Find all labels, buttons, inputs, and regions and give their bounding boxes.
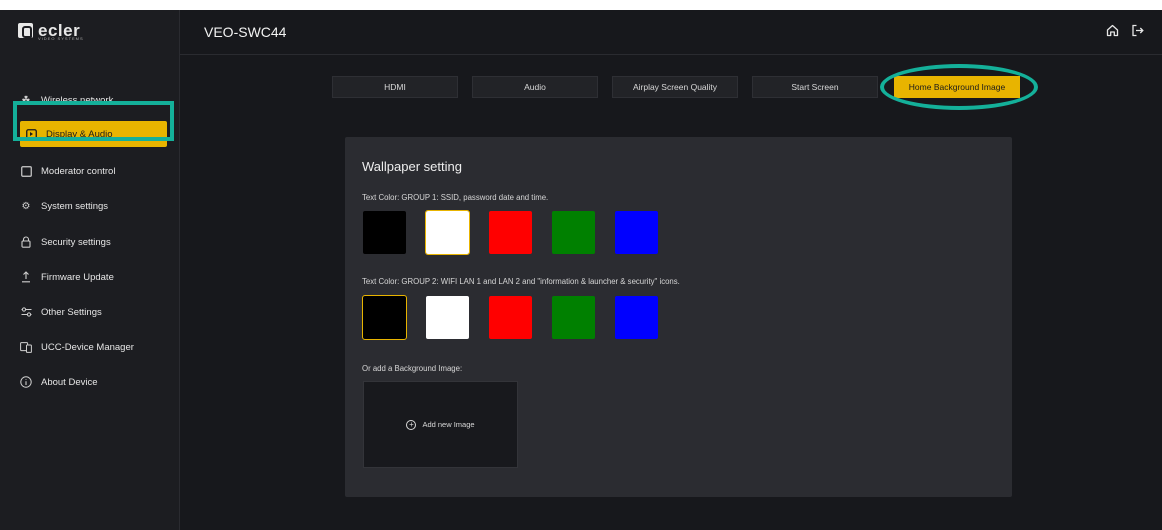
header-divider — [180, 54, 1162, 55]
group2-swatch-white[interactable] — [426, 296, 469, 339]
tab-airplay-screen-quality[interactable]: Airplay Screen Quality — [612, 76, 738, 98]
group2-label: Text Color: GROUP 2: WIFI LAN 1 and LAN … — [362, 277, 680, 286]
group1-swatch-green[interactable] — [552, 211, 595, 254]
top-bar: VEO-SWC44 — [180, 10, 1162, 54]
sliders-icon — [20, 306, 32, 318]
sidebar-item-moderator-control[interactable]: Moderator control — [20, 161, 115, 181]
tab-start-screen[interactable]: Start Screen — [752, 76, 878, 98]
sidebar-item-about-device[interactable]: About Device — [20, 372, 98, 392]
header-actions — [1106, 24, 1144, 40]
square-icon — [20, 165, 32, 177]
add-image-label: Add new Image — [422, 420, 475, 429]
sidebar-item-wireless-network[interactable]: ☘ Wireless network — [20, 90, 114, 110]
group1-swatch-white[interactable] — [425, 210, 470, 255]
home-icon[interactable] — [1106, 24, 1119, 40]
background-image-label: Or add a Background Image: — [362, 364, 463, 373]
brand-tagline: VIDEO SYSTEMS — [38, 36, 84, 41]
upload-icon — [20, 271, 32, 283]
tab-audio[interactable]: Audio — [472, 76, 598, 98]
devices-icon — [20, 341, 32, 353]
group2-swatch-red[interactable] — [489, 296, 532, 339]
sidebar-item-display-audio[interactable]: Display & Audio — [20, 121, 167, 147]
display-icon — [25, 128, 37, 140]
sidebar-item-security-settings[interactable]: Security settings — [20, 232, 111, 252]
sidebar-item-label: Display & Audio — [46, 128, 113, 140]
group2-swatch-blue[interactable] — [615, 296, 658, 339]
sidebar-item-label: System settings — [41, 200, 109, 212]
logo-mark-icon — [18, 23, 33, 38]
plus-circle-icon: + — [406, 419, 417, 430]
group2-swatch-green[interactable] — [552, 296, 595, 339]
lock-icon — [20, 236, 32, 248]
tab-hdmi[interactable]: HDMI — [332, 76, 458, 98]
page-title: VEO-SWC44 — [204, 24, 287, 40]
tab-home-background-image[interactable]: Home Background Image — [894, 76, 1020, 98]
panel-title: Wallpaper setting — [362, 159, 462, 174]
info-icon — [20, 376, 32, 388]
sidebar-item-label: Security settings — [41, 236, 111, 248]
network-icon: ☘ — [21, 94, 31, 106]
sidebar-item-label: Moderator control — [41, 165, 116, 177]
app-window: ecler VIDEO SYSTEMS ☘ Wireless network D… — [0, 10, 1162, 530]
sidebar-item-label: Firmware Update — [41, 271, 114, 283]
sidebar-item-label: UCC-Device Manager — [41, 341, 134, 353]
sidebar-item-label: About Device — [41, 376, 98, 388]
sidebar-item-ucc-device-manager[interactable]: UCC-Device Manager — [20, 337, 134, 357]
sidebar-item-other-settings[interactable]: Other Settings — [20, 302, 102, 322]
gear-icon: ⚙ — [21, 200, 31, 212]
sidebar: ecler VIDEO SYSTEMS ☘ Wireless network D… — [0, 10, 180, 530]
brand-logo: ecler VIDEO SYSTEMS — [18, 22, 83, 41]
group1-swatch-red[interactable] — [489, 211, 532, 254]
sidebar-item-firmware-update[interactable]: Firmware Update — [20, 267, 114, 287]
group1-swatch-black[interactable] — [363, 211, 406, 254]
wallpaper-setting-panel: Wallpaper setting Text Color: GROUP 1: S… — [345, 137, 1012, 497]
sidebar-item-label: Other Settings — [41, 306, 102, 318]
add-image-button[interactable]: + Add new Image — [363, 381, 518, 468]
group1-swatch-blue[interactable] — [615, 211, 658, 254]
logout-icon[interactable] — [1131, 24, 1144, 40]
sidebar-item-label: Wireless network — [41, 94, 114, 106]
sidebar-item-system-settings[interactable]: ⚙ System settings — [20, 196, 109, 216]
group2-swatch-black[interactable] — [362, 295, 407, 340]
group1-label: Text Color: GROUP 1: SSID, password date… — [362, 193, 549, 202]
